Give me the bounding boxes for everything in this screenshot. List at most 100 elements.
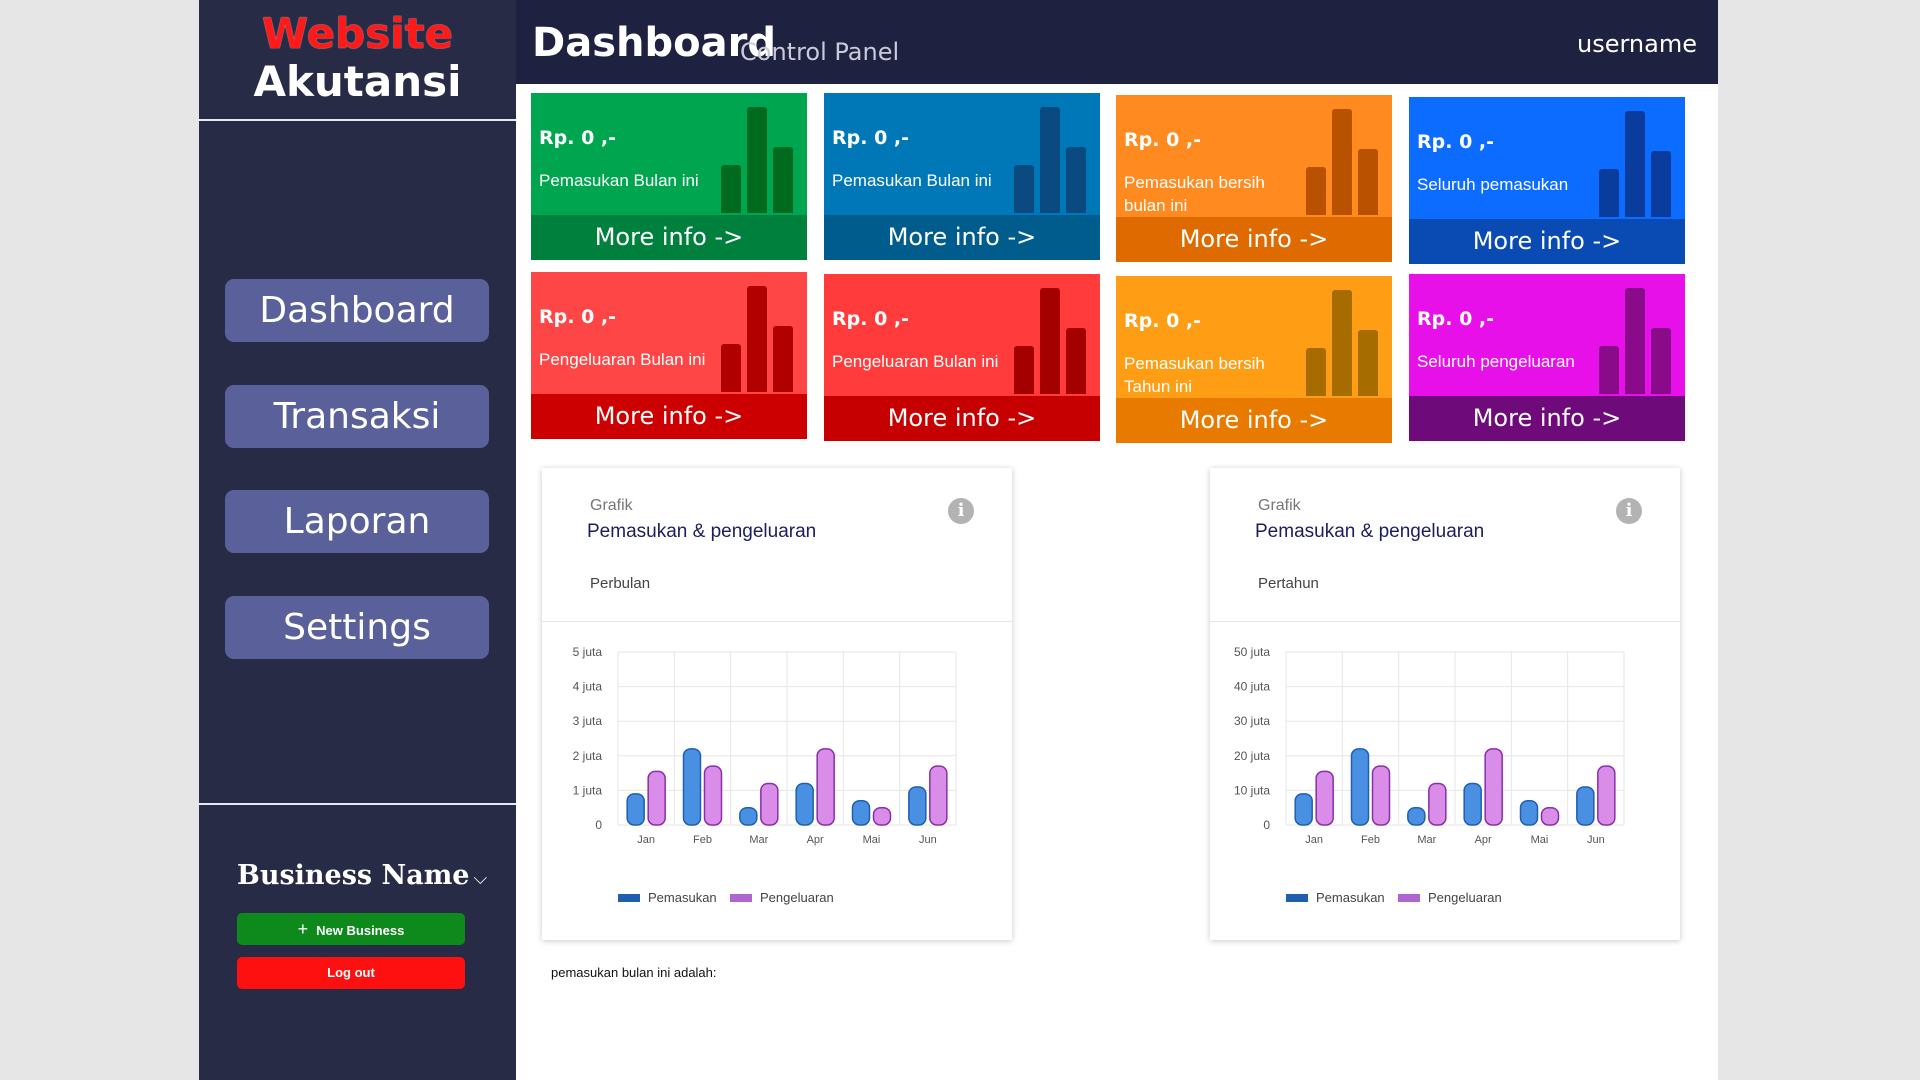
nav-laporan-button[interactable]: Laporan: [225, 490, 489, 553]
chart-bar: [1597, 765, 1616, 826]
card-amount: Rp. 0 ,-: [1124, 310, 1202, 332]
legend-label: Pengeluaran: [1428, 890, 1502, 905]
x-tick-label: Jun: [1587, 834, 1605, 846]
y-tick-label: 40 juta: [1234, 680, 1270, 694]
chart-bar: [626, 793, 645, 826]
card-label: Pemasukan Bulan ini: [832, 171, 992, 190]
x-tick-label: Apr: [807, 834, 824, 846]
stat-card: Rp. 0 ,- Pengeluaran Bulan ini More info -…: [531, 272, 807, 439]
chart-bar: [739, 806, 758, 826]
bar-chart-icon: [1599, 288, 1675, 394]
y-tick-label: 20 juta: [1234, 749, 1270, 763]
x-tick-label: Jan: [637, 834, 655, 846]
y-tick-label: 0: [1263, 818, 1270, 832]
chart-panel-monthly: Grafik Pemasukan & pengeluaran Perbulan …: [542, 468, 1012, 940]
chart-bar: [908, 786, 927, 826]
card-label: Pengeluaran Bulan ini: [539, 350, 706, 369]
chart-bar: [1463, 782, 1482, 826]
legend-swatch: [730, 894, 752, 902]
more-info-link[interactable]: More info ->: [531, 394, 807, 439]
top-header: Dashboard Control Panel username: [516, 0, 1718, 84]
logout-button[interactable]: Log out: [237, 957, 465, 989]
more-info-link[interactable]: More info ->: [1116, 217, 1392, 262]
card-amount: Rp. 0 ,-: [1417, 308, 1495, 330]
legend-swatch: [1398, 894, 1420, 902]
stat-card: Rp. 0 ,- Pemasukan Bulan ini More info ->: [824, 93, 1100, 260]
card-amount: Rp. 0 ,-: [539, 127, 617, 149]
card-label: Pemasukan Bulan ini: [539, 171, 699, 190]
site-logo: Website Akutansi: [199, 10, 516, 106]
nav-transaksi-button[interactable]: Transaksi: [225, 385, 489, 448]
x-tick-label: Mai: [863, 834, 881, 846]
stat-card: Rp. 0 ,- Pemasukan bersih bulan ini More i…: [1116, 95, 1392, 262]
chart-bar: [872, 806, 892, 826]
stat-card: Rp. 0 ,- Pemasukan Bulan ini More info ->: [531, 93, 807, 260]
more-info-link[interactable]: More info ->: [824, 396, 1100, 441]
chart-bar: [1294, 793, 1313, 826]
y-tick-label: 1 juta: [573, 783, 603, 797]
legend-swatch: [1286, 894, 1308, 902]
bar-chart-icon: [1306, 290, 1382, 396]
nav-dashboard-button[interactable]: Dashboard: [225, 279, 489, 342]
sidebar-divider-top: [199, 119, 516, 121]
more-info-link[interactable]: More info ->: [1409, 219, 1685, 264]
monthly-bar-chart: 0 1 juta 2 juta 3 juta 4 juta 5 juta Jan Feb Mar…: [573, 645, 957, 905]
more-info-link[interactable]: More info ->: [824, 215, 1100, 260]
card-label: Pengeluaran Bulan ini: [832, 352, 999, 371]
chart-bar: [682, 748, 702, 826]
x-tick-label: Mar: [749, 834, 768, 846]
chart-bar: [760, 782, 779, 826]
x-tick-label: Feb: [693, 834, 712, 846]
y-tick-label: 10 juta: [1234, 783, 1270, 797]
card-label: Pemasukan bersih bulan ini: [1124, 173, 1265, 215]
username-menu[interactable]: username: [1577, 30, 1697, 58]
bar-chart-icon: [721, 286, 797, 392]
legend-label: Pemasukan: [1316, 890, 1385, 905]
more-info-link[interactable]: More info ->: [1116, 398, 1392, 443]
sidebar: Website Akutansi Dashboard Transaksi Lap…: [199, 0, 516, 1080]
chart-bar: [816, 748, 835, 826]
nav-settings-button[interactable]: Settings: [225, 596, 489, 659]
bar-chart-icon: [1014, 288, 1090, 394]
page-subtitle: Control Panel: [740, 38, 900, 66]
chart-bar: [1540, 806, 1560, 826]
sidebar-divider-bottom: [199, 803, 516, 805]
y-tick-label: 3 juta: [573, 714, 603, 728]
card-amount: Rp. 0 ,-: [539, 306, 617, 328]
chart-bar: [1407, 806, 1426, 826]
chart-bar: [1350, 748, 1370, 826]
business-name: Business Name: [237, 860, 470, 891]
app-frame: Website Akutansi Dashboard Transaksi Lap…: [199, 0, 1718, 1080]
x-tick-label: Feb: [1361, 834, 1380, 846]
business-selector[interactable]: Business Name ⌵: [237, 860, 487, 891]
chart-bar: [929, 765, 948, 826]
new-business-button[interactable]: + New Business: [237, 913, 465, 945]
stat-card: Rp. 0 ,- Pemasukan bersih Tahun ini More i…: [1116, 276, 1392, 443]
new-business-label: New Business: [316, 923, 405, 938]
x-tick-label: Mar: [1417, 834, 1436, 846]
chart-bar: [795, 782, 814, 826]
chart-bar: [1371, 765, 1391, 826]
card-amount: Rp. 0 ,-: [832, 127, 910, 149]
x-tick-label: Apr: [1475, 834, 1492, 846]
chart-bar: [1315, 770, 1334, 826]
x-tick-label: Mai: [1531, 834, 1549, 846]
card-amount: Rp. 0 ,-: [832, 308, 910, 330]
income-summary-text: pemasukan bulan ini adalah:: [551, 965, 717, 980]
stat-card: Rp. 0 ,- Pengeluaran Bulan ini More info -…: [824, 274, 1100, 441]
chart-bar: [1519, 800, 1539, 826]
x-tick-label: Jun: [919, 834, 937, 846]
card-label: Pemasukan bersih Tahun ini: [1124, 354, 1265, 396]
chevron-down-icon: ⌵: [473, 868, 488, 889]
more-info-link[interactable]: More info ->: [531, 215, 807, 260]
chart-bar: [1428, 782, 1447, 826]
x-tick-label: Jan: [1305, 834, 1323, 846]
stat-card: Rp. 0 ,- Seluruh pemasukan More info ->: [1409, 97, 1685, 264]
y-tick-label: 50 juta: [1234, 645, 1270, 659]
more-info-link[interactable]: More info ->: [1409, 396, 1685, 441]
bar-chart-icon: [721, 107, 797, 213]
legend-label: Pemasukan: [648, 890, 717, 905]
bar-chart-icon: [1306, 109, 1382, 215]
plus-icon: +: [297, 919, 309, 939]
card-label: Seluruh pengeluaran: [1417, 352, 1575, 371]
